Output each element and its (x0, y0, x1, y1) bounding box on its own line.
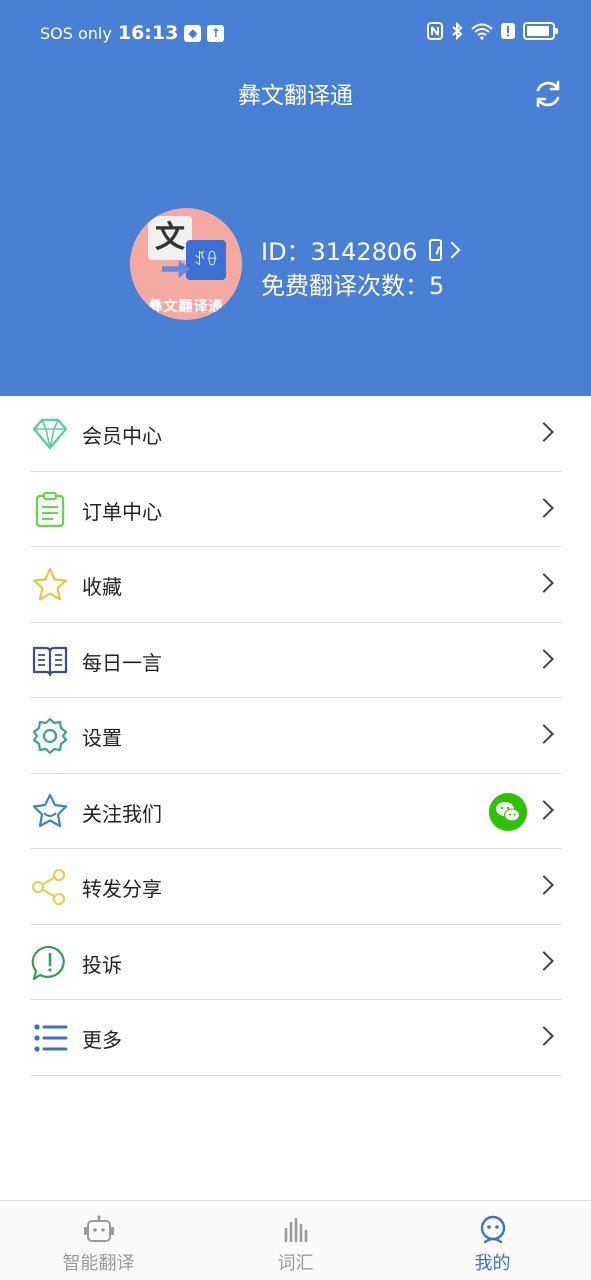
user-id: ID：3142806 (261, 238, 418, 266)
menu-item-follow-us[interactable]: 关注我们 (31, 774, 561, 849)
gear-icon (32, 717, 68, 755)
chevron-right-icon (534, 422, 554, 442)
profile-icon (480, 1215, 505, 1244)
carrier-text: SOS only (40, 23, 112, 43)
clock: 16:13 (117, 22, 179, 44)
avatar-caption: 彝文翻译通 (148, 299, 224, 315)
chevron-right-icon (534, 648, 554, 669)
menu-item-membership[interactable]: 会员中心 (31, 396, 561, 472)
menu-item-label: 每日一言 (82, 650, 162, 675)
bars-icon (284, 1217, 307, 1243)
menu-item-label: 订单中心 (82, 499, 162, 524)
star-badge-icon (32, 793, 68, 827)
bluetooth-icon (452, 22, 463, 40)
free-translation-count: 免费翻译次数：5 (261, 272, 445, 300)
chevron-right-icon (534, 724, 554, 744)
tab-vocabulary[interactable]: 词汇 (197, 1201, 394, 1280)
chevron-right-icon (534, 875, 554, 895)
tab-translate[interactable]: 智能翻译 (0, 1201, 197, 1280)
upload-notification-icon: ↑ (207, 24, 225, 42)
menu-item-settings[interactable]: 设置 (31, 698, 561, 774)
menu-item-daily-quote[interactable]: 每日一言 (31, 623, 561, 698)
refresh-icon[interactable] (532, 78, 564, 110)
chevron-right-icon (534, 497, 554, 518)
menu-item-favorites[interactable]: 收藏 (31, 547, 561, 623)
menu-item-more[interactable]: 更多 (31, 1000, 561, 1076)
bottom-tab-bar: 智能翻译 词汇 我的 (0, 1200, 591, 1280)
chevron-right-icon (534, 573, 554, 593)
tab-label: 智能翻译 (62, 1253, 135, 1274)
list-icon (34, 1024, 68, 1052)
menu-item-label: 收藏 (82, 575, 122, 599)
chevron-right-icon (534, 1026, 554, 1046)
share-icon (31, 868, 66, 906)
menu-item-orders[interactable]: 订单中心 (31, 472, 561, 547)
menu-list: 会员中心 订单中心 收藏 每日一言 设置 关注我们 转发分享 投诉 更多 (0, 396, 591, 1076)
book-icon (32, 646, 68, 676)
clipboard-icon (35, 491, 65, 527)
page-title: 彝文翻译通 (238, 83, 353, 109)
menu-item-label: 设置 (82, 726, 122, 750)
battery-icon (523, 22, 558, 40)
avatar[interactable]: 文 ꀋꂷ 彝文翻译通 (130, 208, 242, 320)
chevron-right-icon (534, 950, 554, 971)
wifi-icon (471, 23, 493, 40)
phone-icon (429, 238, 443, 261)
menu-item-label: 关注我们 (82, 801, 162, 826)
wechat-icon[interactable] (489, 792, 527, 831)
menu-item-share[interactable]: 转发分享 (31, 849, 561, 925)
chevron-right-icon (534, 799, 554, 820)
nfc-icon (427, 22, 443, 40)
robot-icon (83, 1215, 114, 1242)
complaint-icon (31, 945, 65, 980)
status-bar: SOS only 16:13 ◆ ↑ (0, 0, 591, 66)
star-icon (32, 567, 68, 601)
diamond-icon (32, 418, 68, 450)
menu-item-label: 会员中心 (82, 424, 162, 448)
user-id-row[interactable]: ID：3142806 (261, 232, 461, 267)
avatar-script: ꀋꂷ (186, 240, 226, 280)
alert-icon (501, 23, 515, 39)
menu-item-label: 投诉 (82, 952, 122, 977)
profile-header: SOS only 16:13 ◆ ↑ 彝文翻译通 文 ꀋꂷ 彝文翻译通 ID：3… (0, 0, 591, 396)
menu-item-label: 更多 (82, 1028, 122, 1052)
tab-mine[interactable]: 我的 (394, 1201, 591, 1280)
tab-label: 词汇 (277, 1253, 314, 1274)
chevron-right-icon (443, 241, 461, 258)
menu-item-label: 转发分享 (82, 877, 162, 901)
tab-label: 我的 (474, 1253, 511, 1274)
menu-item-complaint[interactable]: 投诉 (31, 925, 561, 1000)
shield-notification-icon: ◆ (184, 24, 202, 42)
